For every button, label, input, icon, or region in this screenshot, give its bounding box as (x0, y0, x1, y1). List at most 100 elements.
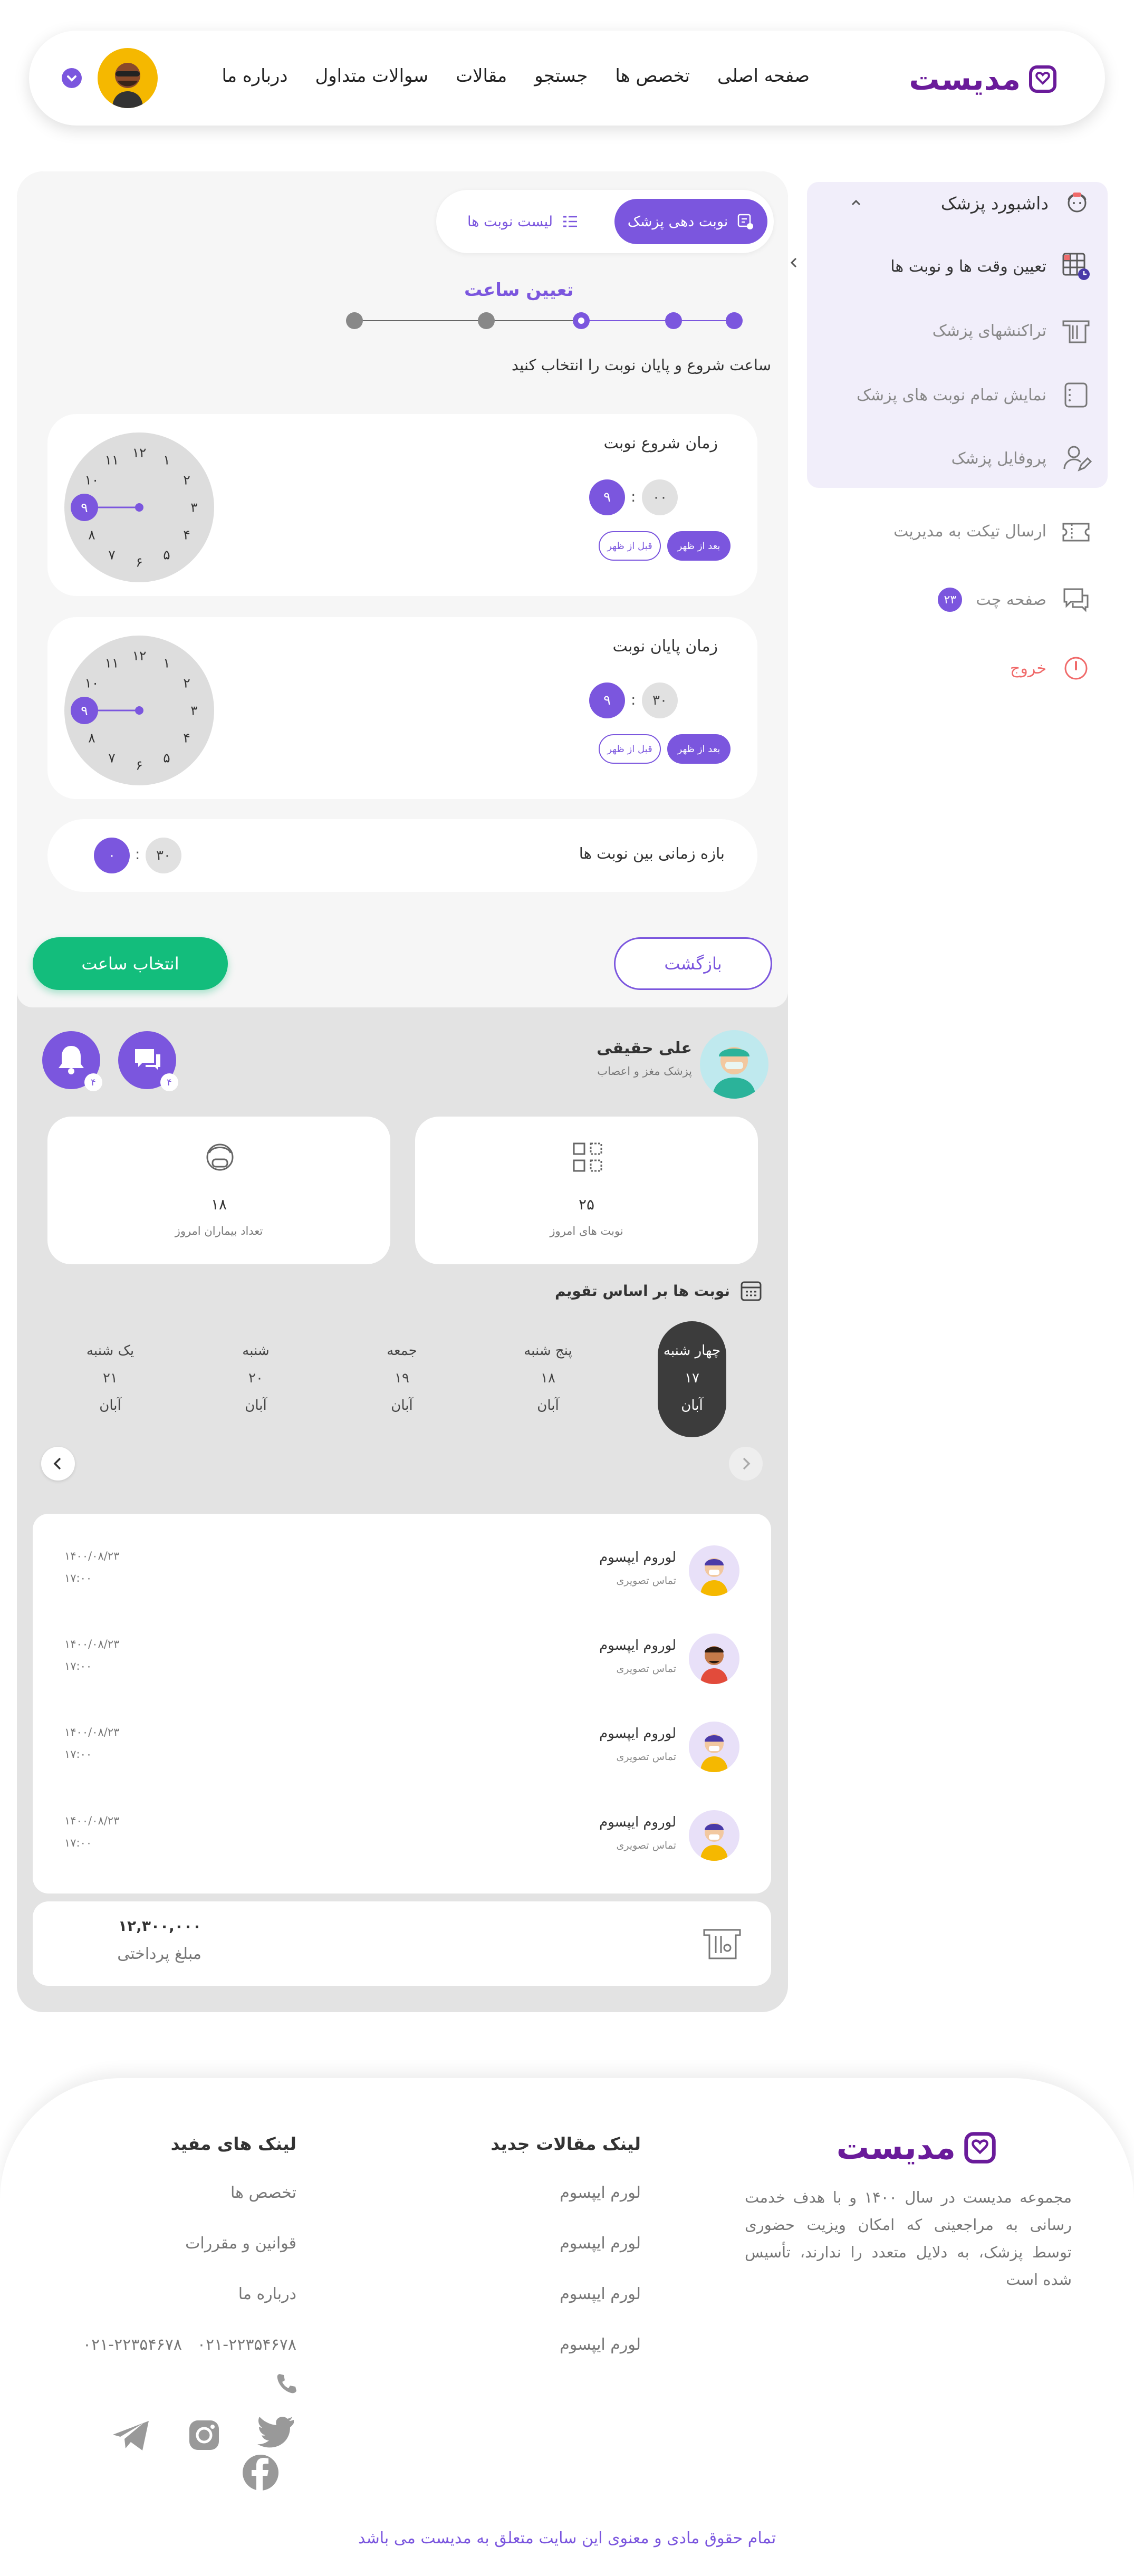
day-name: شنبه (242, 1343, 270, 1359)
sidebar-item-chat-label: صفحه چت (976, 590, 1046, 609)
telegram-icon[interactable] (112, 2420, 151, 2452)
end-am-button[interactable]: قبل از ظهر (599, 734, 661, 764)
end-minute-input[interactable]: ۳۰ (642, 683, 678, 718)
list-checks-icon (561, 213, 579, 230)
footer-phone[interactable]: ۰۲۱-۲۲۳۵۴۶۷۸ (197, 2335, 296, 2354)
start-time-card: زمان شروع نوبت ۹ : ۰۰ بعد از ظهر قبل از … (47, 414, 757, 596)
footer-article-link[interactable]: لورم ایپسوم (560, 2335, 641, 2354)
end-clock-face[interactable]: ۱۲ ۱ ۲ ۳ ۴ ۵ ۶ ۷ ۸ ۱۰ ۱۱ ۹ (64, 636, 214, 785)
calendar-user-icon (736, 213, 754, 230)
footer-article-link[interactable]: لورم ایپسوم (560, 2184, 641, 2202)
day-month: آبان (681, 1398, 703, 1414)
end-pm-button[interactable]: بعد از ظهر (667, 734, 731, 764)
user-avatar[interactable] (98, 48, 158, 108)
list-item[interactable]: لوروم ایپسوم تماس تصویری ۱۴۰۰/۰۸/۲۳ ۱۷:۰… (33, 1622, 771, 1701)
footer-phone[interactable]: ۰۲۱-۲۲۳۵۴۶۷۸ (83, 2335, 182, 2354)
step-4 (478, 312, 495, 329)
main-nav: صفحه اصلی تخصص ها جستجو مقالات سوالات مت… (222, 65, 810, 86)
nav-home[interactable]: صفحه اصلی (717, 65, 810, 86)
day-number: ۱۷ (685, 1370, 699, 1386)
footer-about-text: مجموعه مدیست در سال ۱۴۰۰ و با هدف خدمت ر… (745, 2188, 1072, 2289)
messages-button[interactable]: ۴ (118, 1031, 178, 1091)
footer-logo[interactable]: مدیست (837, 2128, 997, 2167)
appointment-time: ۱۷:۰۰ (64, 1572, 92, 1584)
receipt-icon (1060, 315, 1092, 347)
tab-appointment-list[interactable]: لیست نوبت ها (447, 199, 600, 244)
day-friday[interactable]: جمعه ۱۹ آبان (357, 1337, 447, 1419)
footer-link-about[interactable]: درباره ما (238, 2285, 296, 2303)
start-hour-input[interactable]: ۹ (589, 479, 625, 515)
notifications-button[interactable]: ۴ (42, 1031, 102, 1091)
nav-articles[interactable]: مقالات (456, 65, 507, 86)
footer-link-specialties[interactable]: تخصص ها (230, 2184, 296, 2202)
day-number: ۲۰ (248, 1370, 263, 1386)
payment-label: مبلغ پرداختی (117, 1945, 201, 1963)
sidebar-item-profile[interactable]: پروفایل پزشک (807, 437, 1108, 479)
appointments-today-label: نوبت های امروز (550, 1225, 623, 1237)
sidebar-item-chat[interactable]: صفحه چت ۲۳ (807, 579, 1108, 621)
patient-avatar (689, 1545, 739, 1596)
nav-about[interactable]: درباره ما (222, 65, 287, 86)
collapse-sidebar-button[interactable] (787, 253, 801, 272)
sidebar-item-all-appointments[interactable]: نمایش تمام نوبت های پزشک (807, 374, 1108, 416)
doctor-avatar[interactable] (700, 1030, 768, 1099)
day-number: ۱۸ (541, 1370, 555, 1386)
instagram-icon[interactable] (187, 2418, 221, 2452)
day-thursday[interactable]: پنج شنبه ۱۸ آبان (503, 1337, 593, 1419)
sidebar-item-logout[interactable]: خروج (807, 647, 1108, 689)
sidebar-item-transactions[interactable]: تراکنشهای پزشک (807, 310, 1108, 352)
sidebar-dashboard-header[interactable]: داشبورد پزشک (807, 182, 1108, 224)
user-menu-toggle[interactable] (62, 68, 82, 88)
start-minute-input[interactable]: ۰۰ (642, 479, 678, 515)
end-hour-input[interactable]: ۹ (589, 683, 625, 718)
stat-card-appointments: ۲۵ نوبت های امروز (415, 1117, 758, 1264)
footer-article-link[interactable]: لورم ایپسوم (560, 2234, 641, 2253)
select-time-button[interactable]: انتخاب ساعت (33, 937, 228, 990)
start-pm-button[interactable]: بعد از ظهر (667, 531, 731, 561)
sidebar-item-ticket[interactable]: ارسال تیکت به مدیریت (807, 510, 1108, 552)
calendar-next-button[interactable] (729, 1447, 763, 1481)
appointment-type: تماس تصویری (616, 1575, 676, 1587)
nav-search[interactable]: جستجو (534, 65, 588, 86)
back-button[interactable]: بازگشت (614, 937, 772, 990)
calendar-prev-button[interactable] (41, 1447, 75, 1481)
interval-hour-input[interactable]: ۰ (94, 838, 130, 873)
appointment-time: ۱۷:۰۰ (64, 1748, 92, 1761)
day-name: یک شنبه (86, 1343, 134, 1359)
day-wednesday[interactable]: چهار شنبه ۱۷ آبان (647, 1337, 737, 1419)
site-logo[interactable]: مدیست (909, 61, 1058, 97)
day-sunday[interactable]: یک شنبه ۲۱ آبان (65, 1337, 155, 1419)
sidebar-item-schedule[interactable]: تعیین وقت ها و نوبت ها (807, 245, 1108, 287)
footer-article-link[interactable]: لورم ایپسوم (560, 2285, 641, 2303)
receipt-icon (702, 1927, 742, 1962)
sidebar: داشبورد پزشک تعیین وقت ها و نوبت ها تراک… (807, 182, 1108, 709)
day-number: ۱۹ (395, 1370, 409, 1386)
list-item[interactable]: لوروم ایپسوم تماس تصویری ۱۴۰۰/۰۸/۲۳ ۱۷:۰… (33, 1710, 771, 1789)
step-1 (726, 312, 743, 329)
footer-link-terms[interactable]: قوانین و مقررات (185, 2234, 296, 2253)
list-item[interactable]: لوروم ایپسوم تماس تصویری ۱۴۰۰/۰۸/۲۳ ۱۷:۰… (33, 1534, 771, 1613)
clock-selected-hour[interactable]: ۹ (71, 697, 98, 724)
facebook-icon[interactable] (242, 2454, 280, 2492)
list-item[interactable]: لوروم ایپسوم تماس تصویری ۱۴۰۰/۰۸/۲۳ ۱۷:۰… (33, 1799, 771, 1878)
nav-faq[interactable]: سوالات متداول (315, 65, 428, 86)
clock-selected-hour[interactable]: ۹ (71, 494, 98, 521)
logo-mark-icon (963, 2131, 997, 2165)
patient-name: لوروم ایپسوم (599, 1638, 676, 1654)
tab-doctor-scheduling[interactable]: نوبت دهی پزشک (614, 199, 767, 244)
patient-avatar (689, 1722, 739, 1772)
appointment-time: ۱۷:۰۰ (64, 1660, 92, 1673)
twitter-icon[interactable] (256, 2416, 296, 2449)
start-clock-face[interactable]: ۱۲ ۱ ۲ ۳ ۴ ۵ ۶ ۷ ۸ ۱۰ ۱۱ ۹ (64, 432, 214, 582)
footer-logo-text: مدیست (836, 2128, 956, 2167)
chevron-left-icon (790, 257, 797, 268)
day-saturday[interactable]: شنبه ۲۰ آبان (211, 1337, 301, 1419)
footer: مدیست مجموعه مدیست در سال ۱۴۰۰ و با هدف … (0, 2078, 1134, 2576)
appointment-date: ۱۴۰۰/۰۸/۲۳ (64, 1814, 120, 1827)
chat-count-badge: ۲۳ (938, 588, 963, 612)
nav-specialties[interactable]: تخصص ها (615, 65, 690, 86)
sidebar-item-ticket-label: ارسال تیکت به مدیریت (893, 522, 1046, 541)
progress-stepper (333, 307, 755, 334)
interval-minute-input[interactable]: ۳۰ (146, 838, 181, 873)
start-am-button[interactable]: قبل از ظهر (599, 531, 661, 561)
